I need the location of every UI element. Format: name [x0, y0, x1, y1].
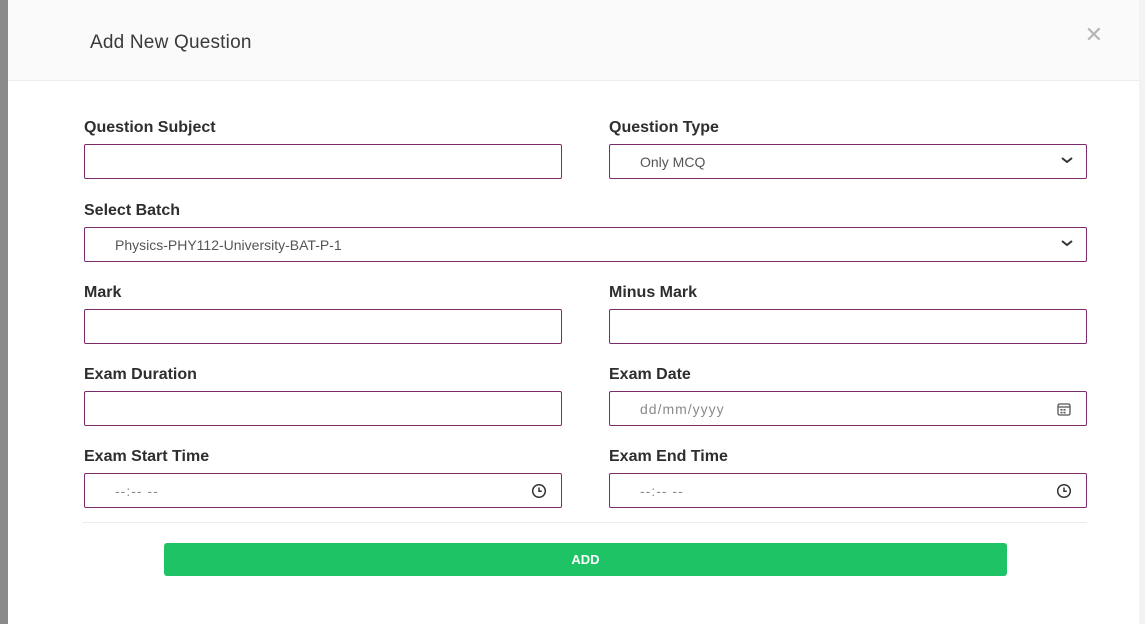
- exam-date-placeholder: dd/mm/yyyy: [640, 401, 725, 417]
- mark-label: Mark: [84, 284, 122, 301]
- question-subject-input[interactable]: [85, 145, 561, 178]
- question-subject-field[interactable]: [84, 144, 562, 179]
- exam-date-field[interactable]: dd/mm/yyyy: [609, 391, 1087, 426]
- left-border-bar: [0, 0, 8, 624]
- exam-start-time-placeholder: --:-- --: [115, 483, 159, 499]
- minus-mark-label: Minus Mark: [609, 284, 698, 301]
- select-batch-label: Select Batch: [84, 202, 181, 219]
- form-divider: [82, 522, 1087, 523]
- question-type-value: Only MCQ: [640, 154, 706, 170]
- exam-end-time-placeholder: --:-- --: [640, 483, 684, 499]
- question-type-select[interactable]: Only MCQ: [609, 144, 1087, 179]
- add-button[interactable]: ADD: [164, 543, 1007, 576]
- question-subject-label: Question Subject: [84, 119, 216, 136]
- chevron-down-icon: [1061, 157, 1073, 164]
- exam-date-label: Exam Date: [609, 366, 691, 383]
- exam-duration-input[interactable]: [85, 392, 561, 425]
- exam-duration-label: Exam Duration: [84, 366, 197, 383]
- exam-end-time-label: Exam End Time: [609, 448, 728, 465]
- modal-title: Add New Question: [90, 32, 252, 53]
- question-type-label: Question Type: [609, 119, 719, 136]
- minus-mark-field[interactable]: [609, 309, 1087, 344]
- select-batch-select[interactable]: Physics-PHY112-University-BAT-P-1: [84, 227, 1087, 262]
- mark-input[interactable]: [85, 310, 561, 343]
- exam-start-time-field[interactable]: --:-- --: [84, 473, 562, 508]
- mark-field[interactable]: [84, 309, 562, 344]
- modal-header: Add New Question ✕: [8, 0, 1139, 81]
- calendar-icon[interactable]: [1056, 401, 1072, 417]
- exam-duration-field[interactable]: [84, 391, 562, 426]
- close-icon[interactable]: ✕: [1085, 24, 1103, 46]
- clock-icon[interactable]: [531, 483, 547, 499]
- clock-icon[interactable]: [1056, 483, 1072, 499]
- chevron-down-icon: [1061, 240, 1073, 247]
- select-batch-value: Physics-PHY112-University-BAT-P-1: [115, 237, 342, 253]
- exam-end-time-field[interactable]: --:-- --: [609, 473, 1087, 508]
- right-edge: [1139, 0, 1145, 624]
- exam-start-time-label: Exam Start Time: [84, 448, 210, 465]
- minus-mark-input[interactable]: [610, 310, 1086, 343]
